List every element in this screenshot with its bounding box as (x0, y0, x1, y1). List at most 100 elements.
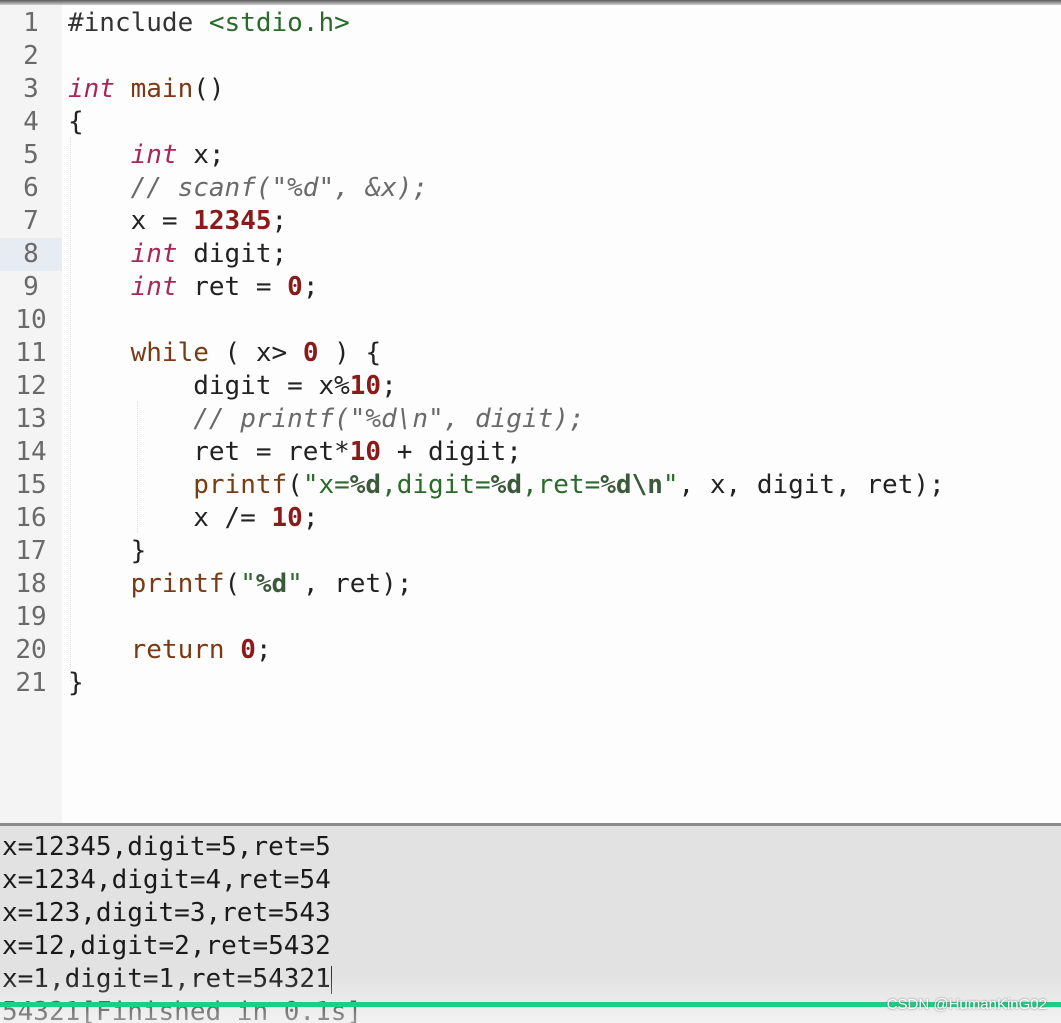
code-text: } (68, 535, 147, 568)
code-line[interactable]: 15 printf("x=%d,digit=%d,ret=%d\n", x, d… (0, 469, 1061, 502)
code-token: () (193, 74, 225, 104)
line-number: 12 (15, 371, 47, 401)
code-text: digit = x%10; (68, 370, 397, 403)
code-token: // printf("%d\n", digit); (193, 404, 585, 434)
code-token: ) { (318, 338, 382, 368)
code-line[interactable]: 12 digit = x%10; (0, 370, 1061, 403)
line-number: 8 (0, 238, 62, 271)
code-line[interactable]: 5 int x; (0, 139, 1061, 172)
code-text: int main() (68, 73, 225, 106)
code-token: ; (381, 371, 397, 401)
code-token: %d (255, 569, 288, 599)
code-text: x /= 10; (68, 502, 318, 535)
sublime-window: 1 #include <stdio.h> 2 3 int main() 4{5 int x… (0, 0, 1061, 1023)
output-text: x=123,digit=3,ret=543 (2, 898, 331, 928)
code-line[interactable]: 11 while ( x> 0 ) { (0, 337, 1061, 370)
code-token: 0 (287, 272, 303, 302)
code-token: int (130, 272, 178, 302)
line-number: 6 (23, 173, 39, 203)
code-line[interactable]: 4{ (0, 106, 1061, 139)
code-token: ret = (177, 272, 288, 302)
code-token: ; (255, 635, 272, 665)
code-line[interactable]: 8 int digit; (0, 238, 1061, 271)
code-line[interactable]: 20 return 0; (0, 634, 1061, 667)
line-number: 1 (23, 8, 39, 38)
code-line[interactable]: 7 x = 12345; (0, 205, 1061, 238)
code-text: return 0; (68, 634, 272, 667)
code-text: x = 12345; (68, 205, 288, 238)
code-text: // scanf("%d", &x); (68, 172, 428, 205)
code-text: } (68, 667, 84, 700)
code-token: ( x> (208, 338, 303, 368)
code-token: ,ret= (521, 470, 601, 500)
code-text: #include <stdio.h> (68, 7, 350, 40)
code-editor[interactable]: 1 #include <stdio.h> 2 3 int main() 4{5 int x… (0, 5, 1061, 823)
code-token: } (68, 668, 84, 698)
line-number: 7 (23, 206, 39, 236)
code-line[interactable]: 16 x /= 10; (0, 502, 1061, 535)
code-token: ( (224, 569, 241, 599)
line-number: 3 (23, 74, 39, 104)
code-line[interactable]: 18 printf("%d", ret); (0, 568, 1061, 601)
code-text: int ret = 0; (68, 271, 319, 304)
output-line: x=123,digit=3,ret=543 (2, 897, 331, 930)
code-line[interactable]: 9 int ret = 0; (0, 271, 1061, 304)
code-line[interactable]: 14 ret = ret*10 + digit; (0, 436, 1061, 469)
code-token: " (662, 470, 679, 500)
code-token: return (130, 635, 225, 665)
code-line[interactable]: 19 (0, 601, 1061, 634)
code-token: 10 (349, 437, 382, 467)
code-token: ( (287, 470, 303, 500)
code-token: main (130, 74, 194, 104)
code-token: "x= (302, 470, 350, 500)
code-line[interactable]: 21} (0, 667, 1061, 700)
code-line[interactable]: 6 // scanf("%d", &x); (0, 172, 1061, 205)
code-token: %d (490, 470, 522, 500)
code-text: printf("%d", ret); (68, 568, 413, 601)
output-text: x=12345,digit=5,ret=5 (2, 832, 331, 862)
code-token: digit = x% (68, 371, 350, 401)
code-line[interactable]: 13 // printf("%d\n", digit); (0, 403, 1061, 436)
line-number: 21 (15, 668, 47, 698)
watermark: CSDN @HumanKinG02 (886, 996, 1047, 1013)
line-number: 14 (15, 437, 47, 467)
line-number: 4 (23, 107, 39, 137)
code-token: while (130, 338, 209, 368)
code-token: x /= (68, 503, 272, 533)
line-number: 9 (23, 272, 39, 302)
code-token: ,digit= (381, 470, 491, 500)
code-token: digit; (177, 239, 288, 269)
code-token: <stdio.h> (208, 8, 350, 38)
code-token: int (68, 74, 115, 104)
code-line[interactable]: 1 #include <stdio.h> (0, 7, 1061, 40)
code-token: + digit; (381, 437, 522, 467)
code-token: int (130, 140, 178, 170)
code-line[interactable]: 10 (0, 304, 1061, 337)
code-line[interactable]: 2 (0, 40, 1061, 73)
line-number: 11 (15, 338, 47, 368)
code-text: printf("x=%d,digit=%d,ret=%d\n", x, digi… (68, 469, 945, 502)
output-line: x=1234,digit=4,ret=54 (2, 864, 331, 897)
code-text: ret = ret*10 + digit; (68, 436, 522, 469)
code-line[interactable]: 17 } (0, 535, 1061, 568)
code-token: " (240, 569, 256, 599)
line-number: 15 (15, 470, 47, 500)
code-token: , x, digit, ret); (678, 470, 945, 500)
code-token: int (130, 239, 178, 269)
code-line[interactable]: 3 int main() (0, 73, 1061, 106)
code-token: , ret); (302, 569, 413, 599)
code-token: x = (68, 206, 194, 236)
line-number: 13 (15, 404, 47, 434)
code-token: } (68, 536, 147, 566)
code-token: ; (302, 272, 319, 302)
output-line: x=12,digit=2,ret=5432 (2, 930, 331, 963)
